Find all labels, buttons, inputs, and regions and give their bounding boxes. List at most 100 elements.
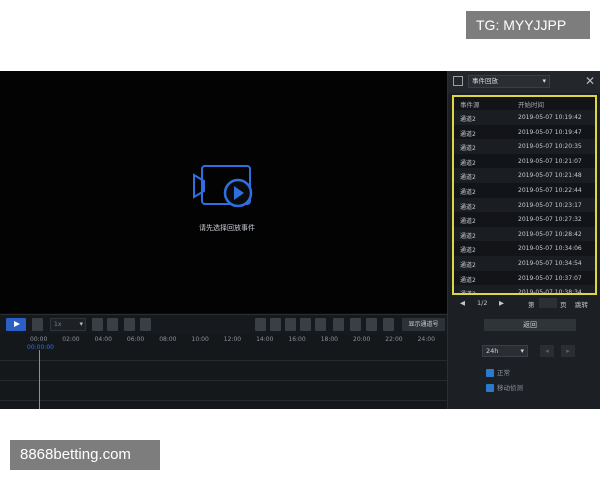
- return-button[interactable]: 返回: [484, 319, 576, 331]
- speed-select[interactable]: 1x: [50, 318, 86, 331]
- event-row[interactable]: 通道2 2019-05-07 10:28:42: [454, 226, 595, 242]
- page-indicator: 1/2: [477, 299, 488, 307]
- timeline-tick: 04:00: [94, 336, 112, 343]
- event-source: 通道2: [460, 159, 476, 167]
- timeline-tick: 22:00: [385, 336, 403, 343]
- checkbox-icon: [486, 384, 494, 392]
- timeline-lane: [0, 400, 447, 401]
- column-header-source[interactable]: 事件源: [460, 99, 480, 109]
- timeline-tick: 16:00: [288, 336, 306, 343]
- event-row[interactable]: 通道2 2019-05-07 10:19:47: [454, 125, 595, 140]
- event-source: 通道2: [460, 291, 476, 295]
- current-time: 00:00:00: [27, 344, 54, 351]
- watermark-bottom: 8868betting.com: [10, 440, 160, 470]
- prev-day-icon[interactable]: ◂: [540, 345, 554, 357]
- timeline-tick: 00:00: [30, 336, 48, 343]
- event-source: 通道2: [460, 218, 476, 226]
- page-prefix: 第: [528, 301, 535, 309]
- volume-icon[interactable]: [140, 318, 151, 331]
- save-icon[interactable]: [453, 76, 463, 86]
- event-row[interactable]: 通道2 2019-05-07 10:23:17: [454, 197, 595, 213]
- tag-icon[interactable]: [300, 318, 311, 331]
- event-row[interactable]: 通道2 2019-05-07 10:20:35: [454, 139, 595, 154]
- event-time: 2019-05-07 10:21:48: [518, 172, 582, 180]
- playback-toolbar: 1x 显示通道号: [0, 314, 447, 334]
- timeline-tick: 02:00: [62, 336, 80, 343]
- event-row[interactable]: 通道2 2019-05-07 10:19:42: [454, 110, 595, 125]
- event-row[interactable]: 通道2 2019-05-07 10:37:07: [454, 271, 595, 286]
- camera-play-icon: [193, 165, 253, 208]
- event-list: 事件源 开始时间 通道2 2019-05-07 10:19:42 通道2 2019-0…: [452, 95, 597, 295]
- event-time: 2019-05-07 10:23:17: [518, 201, 582, 209]
- fast-icon[interactable]: [107, 318, 118, 331]
- timeline-tick: 14:00: [256, 336, 274, 343]
- select-event-hint: 请先选择回放事件: [199, 224, 255, 232]
- event-source: 通道2: [460, 189, 476, 196]
- timeline-lane: [0, 360, 447, 361]
- next-day-icon[interactable]: ▸: [561, 345, 575, 357]
- tag-edit-icon[interactable]: [315, 318, 326, 331]
- checkbox-icon: [486, 369, 494, 377]
- event-time: 2019-05-07 10:37:07: [518, 274, 582, 282]
- event-source: 通道2: [460, 247, 476, 255]
- event-row[interactable]: 通道2 2019-05-07 10:34:54: [454, 256, 595, 271]
- mode-select[interactable]: 事件回放: [468, 75, 550, 88]
- event-row[interactable]: 通道2 2019-05-07 10:34:06: [454, 241, 595, 256]
- playhead[interactable]: [39, 350, 40, 409]
- column-header-start[interactable]: 开始时间: [518, 99, 544, 109]
- event-row[interactable]: 通道2 2019-05-07 10:21:48: [454, 168, 595, 183]
- timeline-tick: 20:00: [353, 336, 371, 343]
- close-icon[interactable]: ✕: [585, 75, 595, 87]
- pager: ◀ 1/2 ▶ 第 页 跳转: [448, 297, 600, 311]
- timeline-tick: 10:00: [191, 336, 209, 343]
- range-select[interactable]: 24h: [482, 345, 528, 357]
- event-source: 通道2: [460, 203, 476, 211]
- event-source: 通道2: [460, 116, 476, 123]
- stop-icon[interactable]: [32, 318, 43, 331]
- timeline-tick: 06:00: [126, 336, 145, 343]
- event-panel: 事件回放 ✕ 事件源 开始时间 通道22019-05-07 10:19:42通道…: [447, 71, 600, 409]
- refresh-icon[interactable]: [255, 318, 266, 331]
- timeline[interactable]: 00:00 02:00 04:00 06:00 08:00 10:00 12:00 14:00…: [0, 334, 447, 409]
- lock-icon[interactable]: [285, 318, 296, 331]
- timeline-tick: 12:00: [223, 336, 242, 343]
- playback-app: 请先选择回放事件 1x 显示通道号 00:00 02:00 04:00 06:00 08…: [0, 71, 600, 409]
- event-time: 2019-05-07 10:22:44: [518, 187, 582, 194]
- page-input[interactable]: [539, 298, 557, 308]
- clip-icon[interactable]: [333, 318, 344, 331]
- fullscreen-icon[interactable]: [383, 318, 394, 331]
- event-time: 2019-05-07 10:34:54: [518, 260, 582, 267]
- folder-icon[interactable]: [350, 318, 361, 331]
- event-time: 2019-05-07 10:34:06: [518, 245, 582, 253]
- checkbox-normal[interactable]: 正常: [486, 369, 538, 378]
- snapshot-icon[interactable]: [270, 318, 281, 331]
- timeline-tick: 08:00: [159, 336, 177, 343]
- event-row[interactable]: 通道2 2019-05-07 10:27:32: [454, 212, 595, 227]
- timeline-tick: 24:00: [417, 336, 435, 343]
- checkbox-label: 移动侦测: [497, 384, 523, 392]
- show-channel-button[interactable]: 显示通道号: [402, 318, 445, 331]
- event-source: 通道2: [460, 145, 476, 153]
- checkbox-motion[interactable]: 移动侦测: [486, 384, 538, 393]
- timeline-tick: 18:00: [320, 336, 338, 343]
- prev-page-icon[interactable]: ◀: [460, 299, 465, 307]
- timeline-lane: [0, 380, 447, 381]
- step-icon[interactable]: [124, 318, 135, 331]
- slow-icon[interactable]: [92, 318, 103, 331]
- event-row[interactable]: 通道2 2019-05-07 10:21:07: [454, 154, 595, 169]
- event-source: 通道2: [460, 262, 476, 269]
- jump-button[interactable]: 跳转: [575, 299, 588, 309]
- event-time: 2019-05-07 10:38:34: [518, 289, 582, 295]
- event-time: 2019-05-07 10:19:47: [518, 128, 582, 136]
- next-page-icon[interactable]: ▶: [499, 299, 504, 307]
- event-row[interactable]: 通道2 2019-05-07 10:38:34: [454, 285, 595, 295]
- event-time: 2019-05-07 10:21:07: [518, 157, 582, 165]
- event-source: 通道2: [460, 130, 476, 138]
- event-time: 2019-05-07 10:27:32: [518, 216, 582, 224]
- event-row[interactable]: 通道2 2019-05-07 10:22:44: [454, 183, 595, 198]
- page-suffix: 页: [560, 301, 567, 309]
- zoom-icon[interactable]: [366, 318, 377, 331]
- event-source: 通道2: [460, 232, 476, 240]
- play-button[interactable]: [6, 318, 26, 331]
- video-area[interactable]: 请先选择回放事件: [0, 71, 447, 313]
